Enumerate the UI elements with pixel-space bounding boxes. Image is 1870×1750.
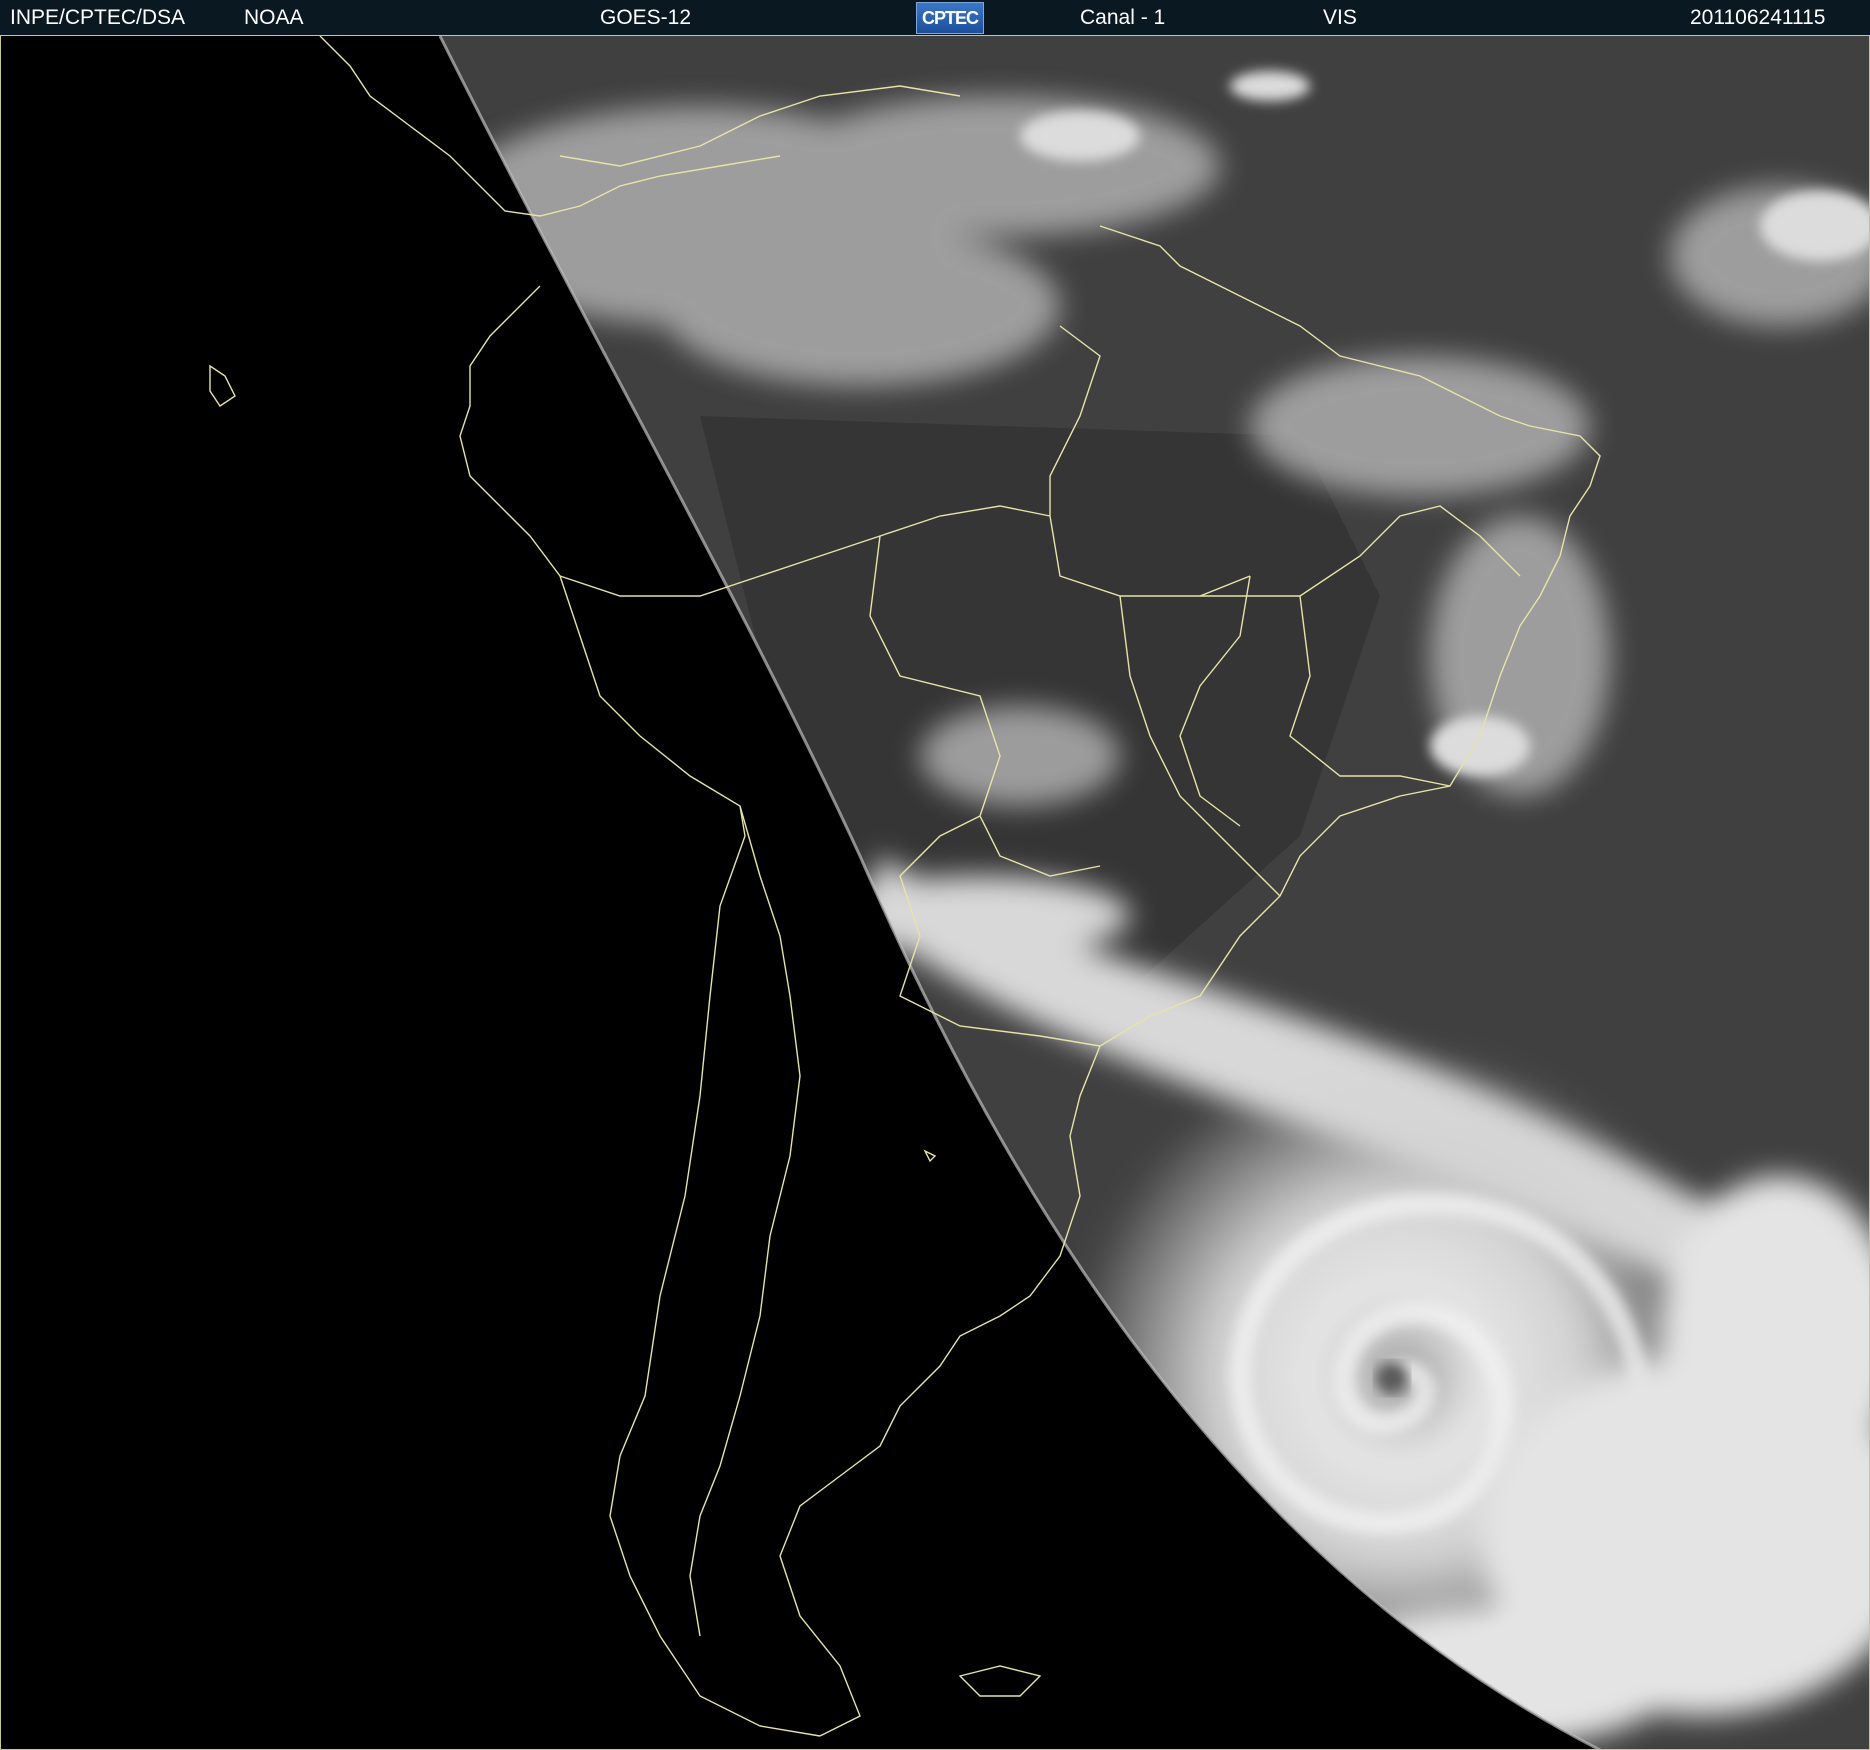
source-label: NOAA	[244, 6, 304, 29]
timestamp-label: 201106241115	[1690, 6, 1826, 29]
band-label: VIS	[1323, 6, 1357, 29]
cptec-logo: CPTEC	[916, 2, 984, 34]
channel-label: Canal - 1	[1080, 6, 1166, 29]
earth-disc	[440, 36, 1870, 1750]
header-bar: INPE/CPTEC/DSA NOAA GOES-12 CPTEC Canal …	[0, 0, 1870, 36]
satellite-image	[0, 36, 1870, 1750]
satellite-label: GOES-12	[600, 6, 692, 29]
agency-label: INPE/CPTEC/DSA	[10, 6, 186, 29]
logo-text: CPTEC	[921, 8, 979, 28]
satellite-map-svg	[209, 36, 1870, 1750]
